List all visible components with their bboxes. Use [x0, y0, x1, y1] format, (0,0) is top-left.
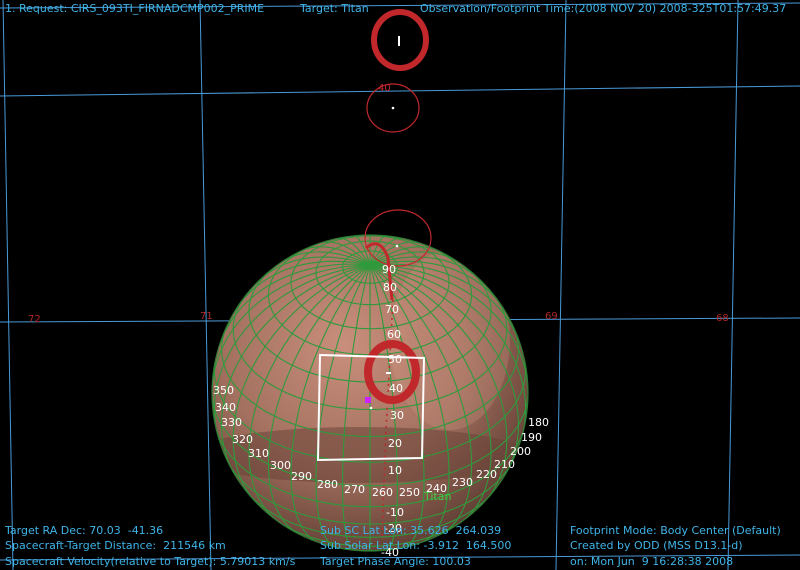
lat-label: 70 [385, 303, 399, 316]
footprint-mode: Footprint Mode: Body Center (Default) [570, 524, 781, 537]
lat-label: -10 [386, 506, 404, 519]
request-text: 1. Request: CIRS_093TI_FIRNADCMP002_PRIM… [5, 2, 265, 15]
lat-label: 30 [390, 409, 404, 422]
lon-label: 200 [510, 445, 531, 458]
lon-label: 230 [452, 476, 473, 489]
lat-label: 20 [388, 437, 402, 450]
lon-label: 340 [215, 401, 236, 414]
lon-label: 320 [232, 433, 253, 446]
lat-label: 60 [387, 328, 401, 341]
ra-tick-label: 69 [545, 311, 558, 322]
ra-tick-label: 71 [200, 311, 213, 322]
small-tick-label: 40 [378, 83, 391, 94]
created-date: on: Mon Jun 9 16:28:38 2008 [570, 555, 734, 568]
lat-label: 40 [389, 382, 403, 395]
viewer-window: 72 71 69 68 40 90 80 70 60 50 40 30 20 10 -10 -20 -40 … [0, 0, 800, 570]
lon-label: 190 [521, 431, 542, 444]
lon-label: 260 [372, 486, 393, 499]
phase-angle-readout: Target Phase Angle: 100.03 [320, 555, 471, 568]
lon-label: 300 [270, 459, 291, 472]
distance-readout: Spacecraft-Target Distance: 211546 km [5, 539, 226, 552]
sky-view: 72 71 69 68 40 908070605040302010-10-20-40 … [0, 0, 800, 570]
ra-tick-label: 68 [716, 313, 729, 324]
lat-label: 90 [382, 263, 396, 276]
lon-label: 290 [291, 470, 312, 483]
lon-label: 210 [494, 458, 515, 471]
ra-tick-label: 72 [28, 314, 41, 325]
velocity-readout: Spacecraft Velocity(relative to Target):… [5, 555, 296, 568]
lat-label: 10 [388, 464, 402, 477]
created-by: Created by ODD (MSS D13.1-d) [570, 539, 743, 552]
titan-globe [211, 234, 529, 552]
observation-time: Observation/Footprint Time:(2008 NOV 20)… [420, 2, 787, 15]
sub-sc-readout: Sub SC Lat Lon: 35.626 264.039 [320, 524, 502, 537]
lon-label: 310 [248, 447, 269, 460]
lon-label: 180 [528, 416, 549, 429]
lon-label: 250 [399, 486, 420, 499]
ra-dec-readout: Target RA Dec: 70.03 -41.36 [5, 524, 164, 537]
body-label: Titan [423, 490, 451, 503]
lat-label: 80 [383, 281, 397, 294]
lat-label: 50 [388, 353, 402, 366]
target-text: Target: Titan [300, 2, 369, 15]
lon-label: 350 [213, 384, 234, 397]
lon-label: 280 [317, 478, 338, 491]
lon-label: 270 [344, 483, 365, 496]
target-marker [365, 397, 371, 403]
sub-solar-readout: Sub Solar Lat Lon: -3.912 164.500 [320, 539, 512, 552]
lon-label: 330 [221, 416, 242, 429]
